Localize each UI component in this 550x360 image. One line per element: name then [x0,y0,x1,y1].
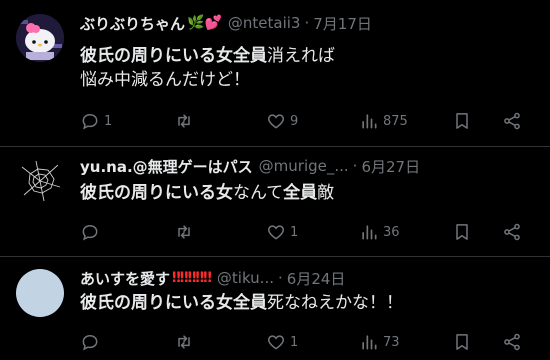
tweet-actions: 1 36 [80,221,534,243]
reply-icon [82,224,98,241]
avatar[interactable] [16,157,64,205]
avatar[interactable] [16,14,64,62]
text-mid: なんて [233,183,284,203]
tweet-header: yu.na.@無理ゲーはパス @murige_... · 6月27日 [80,155,538,177]
tweet-date[interactable]: 6月24日 [287,268,346,289]
tweet[interactable]: yu.na.@無理ゲーはパス @murige_... · 6月27日 彼氏の周り… [0,147,550,255]
tweet-date[interactable]: 7月17日 [313,13,372,34]
views-button[interactable]: 73 [359,332,400,352]
views-button[interactable]: 875 [359,111,408,131]
views-icon [362,225,377,240]
text-rest: 死なねえかな！！ [267,293,403,313]
user-handle[interactable]: @tiku... [217,269,274,287]
text-bold: 彼氏の周りにいる女全員 [80,46,267,66]
share-button[interactable] [502,222,522,242]
share-button[interactable] [502,111,522,131]
like-button[interactable]: 1 [266,222,298,242]
tweet-actions: 1 73 [80,331,534,353]
text-bold-2: 全員 [283,183,318,203]
display-name[interactable]: あいすを愛す [80,268,170,289]
name-emoji: ‼‼‼‼‼ [172,270,212,286]
timeline-feed: ぶりぶりちゃん 🌿💕 @ntetaii3 · 7月17日 彼氏の周りにいる女全員… [0,0,550,360]
text-bold: 彼氏の周りにいる女 [80,183,233,203]
reply-icon [82,113,98,130]
views-icon [362,114,377,129]
reply-button[interactable]: 1 [80,111,112,131]
retweet-button[interactable] [174,222,198,242]
reply-count: 1 [104,113,113,129]
like-count: 1 [290,334,299,350]
like-count: 9 [290,113,299,129]
display-name[interactable]: ぶりぶりちゃん [80,13,185,34]
text-rest: 敵 [317,183,335,203]
retweet-button[interactable] [174,332,198,352]
avatar-image [16,157,64,205]
name-emoji: 🌿💕 [187,15,222,31]
tweet-text: 彼氏の周りにいる女全員消えれば 悩み中減るんだけど！ [80,44,534,92]
views-icon [362,335,377,350]
user-handle[interactable]: @ntetaii3 [228,14,301,32]
view-count: 36 [383,224,400,240]
retweet-icon [178,225,190,239]
tweet[interactable]: あいすを愛す ‼‼‼‼‼ @tiku... · 6月24日 彼氏の周りにいる女全… [0,257,550,360]
retweet-icon [178,335,190,349]
share-button[interactable] [502,332,522,352]
separator-dot: · [352,157,358,175]
tweet-header: あいすを愛す ‼‼‼‼‼ @tiku... · 6月24日 [80,267,538,289]
tweet[interactable]: ぶりぶりちゃん 🌿💕 @ntetaii3 · 7月17日 彼氏の周りにいる女全員… [0,0,550,146]
view-count: 875 [383,113,408,129]
user-handle[interactable]: @murige_... [259,157,349,175]
reply-icon [82,334,98,351]
tweet-text: 彼氏の周りにいる女全員死なねえかな！！ [80,291,534,315]
like-button[interactable]: 1 [266,332,298,352]
view-count: 73 [383,334,400,350]
reply-button[interactable] [80,222,104,242]
text-rest: 消えれば [267,46,335,66]
separator-dot: · [278,269,283,287]
tweet-date[interactable]: 6月27日 [361,156,420,177]
like-button[interactable]: 9 [266,111,298,131]
heart-icon [267,335,285,350]
bookmark-icon [456,113,468,129]
tweet-header: ぶりぶりちゃん 🌿💕 @ntetaii3 · 7月17日 [80,12,538,34]
heart-icon [267,225,285,240]
bookmark-button[interactable] [452,332,472,352]
bookmark-button[interactable] [452,111,472,131]
bookmark-icon [456,224,468,240]
tweet-text: 彼氏の周りにいる女なんて全員敵 [80,181,534,205]
separator-dot: · [304,14,310,32]
avatar[interactable] [16,269,64,317]
retweet-button[interactable] [174,111,198,131]
share-icon [504,333,520,351]
avatar-image [16,14,64,62]
reply-button[interactable] [80,332,104,352]
heart-icon [267,114,285,129]
bookmark-icon [456,334,468,350]
retweet-icon [178,114,190,128]
display-name[interactable]: yu.na.@無理ゲーはパス [80,156,253,177]
bookmark-button[interactable] [452,222,472,242]
share-icon [504,223,520,241]
text-line2: 悩み中減るんだけど！ [80,70,250,90]
tweet-actions: 1 9 875 [80,110,534,132]
like-count: 1 [290,224,299,240]
views-button[interactable]: 36 [359,222,400,242]
text-bold: 彼氏の周りにいる女全員 [80,293,267,313]
share-icon [504,112,520,130]
